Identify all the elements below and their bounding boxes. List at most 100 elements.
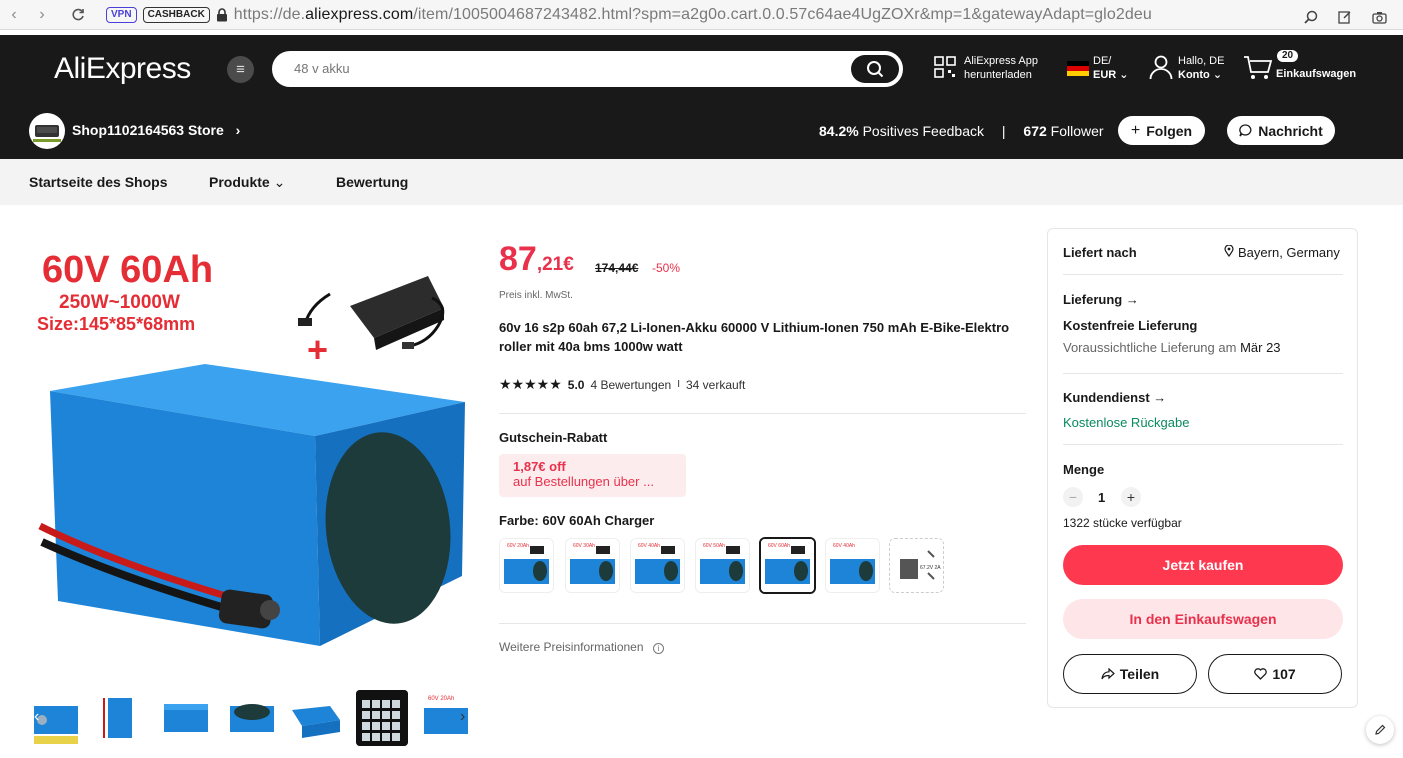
thumbnail[interactable] [290, 690, 342, 746]
address-bar[interactable]: https://de.aliexpress.com/item/100500468… [234, 6, 1152, 24]
chat-bubble-icon [1239, 124, 1252, 137]
thumbnail[interactable] [226, 690, 278, 746]
wishlist-button[interactable]: 107 [1208, 654, 1342, 694]
ship-to-label: Liefert nach [1063, 245, 1137, 260]
sku-option[interactable]: 60V 30Ah [565, 538, 620, 593]
sku-option[interactable]: 67.2V 2A [889, 538, 944, 593]
qr-code-icon[interactable] [934, 56, 956, 83]
color-label: Farbe: 60V 60Ah Charger [499, 513, 655, 528]
quantity-label: Menge [1063, 462, 1105, 477]
quantity-value[interactable]: 1 [1098, 490, 1105, 505]
customer-service-link[interactable]: Kundendienst → [1063, 390, 1166, 405]
divider [499, 413, 1026, 414]
back-icon[interactable]: ‹ [0, 1, 28, 29]
svg-text:60V 60Ah: 60V 60Ah [768, 543, 790, 549]
svg-text:60V 30Ah: 60V 30Ah [573, 543, 595, 549]
cart-label[interactable]: Einkaufswagen [1276, 67, 1356, 81]
cart-count-badge: 20 [1277, 50, 1299, 62]
thumbnail-row: 60V 20Ah ‹ › [30, 690, 480, 746]
divider [1063, 274, 1343, 275]
user-icon[interactable] [1149, 54, 1173, 85]
edit-page-icon[interactable] [1331, 3, 1359, 31]
quantity-decrease-button[interactable]: − [1063, 487, 1083, 507]
sku-option[interactable]: 60V 40Ah [630, 538, 685, 593]
sku-option-selected[interactable]: 60V 60Ah [759, 537, 816, 594]
chevron-right-icon[interactable]: › [460, 708, 465, 726]
locale-selector[interactable]: DE/ EUR ⌄ [1093, 54, 1129, 82]
search-input[interactable] [294, 61, 794, 76]
forward-icon[interactable]: › [28, 1, 56, 29]
svg-text:60V 20Ah: 60V 20Ah [507, 543, 529, 549]
account-menu[interactable]: Hallo, DE Konto ⌄ [1178, 54, 1224, 82]
share-button[interactable]: Teilen [1063, 654, 1197, 694]
thumbnail[interactable] [94, 690, 146, 746]
germany-flag-icon [1067, 61, 1089, 76]
image-size: Size:145*85*68mm [37, 314, 195, 334]
heart-icon [1254, 668, 1268, 680]
search-icon [867, 61, 884, 78]
app-download-link[interactable]: AliExpress App herunterladen [964, 54, 1038, 82]
buy-now-button[interactable]: Jetzt kaufen [1063, 545, 1343, 585]
sku-option[interactable]: 60V 50Ah [695, 538, 750, 593]
site-header: AliExpress ≡ AliExpress App herunterlade… [0, 35, 1403, 105]
sku-option[interactable]: 60V 40Ah [825, 538, 880, 593]
search-button[interactable] [851, 55, 899, 83]
svg-text:60V 50Ah: 60V 50Ah [703, 543, 725, 549]
chevron-down-icon: ⌄ [1119, 69, 1129, 81]
divider [1063, 373, 1343, 374]
image-headline: 60V 60Ah [42, 249, 213, 291]
chevron-left-icon[interactable]: ‹ [34, 708, 39, 726]
battery-illustration [38, 364, 465, 646]
product-main-image[interactable]: 60V 60Ah 250W~1000W Size:145*85*68mm + [30, 246, 480, 676]
coupon-card[interactable]: 1,87€ off auf Bestellungen über ... [499, 454, 686, 497]
message-button[interactable]: Nachricht [1227, 116, 1335, 145]
thumbnail[interactable] [356, 690, 408, 746]
free-returns: Kostenlose Rückgabe [1063, 415, 1190, 430]
vat-note: Preis inkl. MwSt. [499, 290, 573, 301]
svg-text:60V 20Ah: 60V 20Ah [428, 696, 454, 702]
arrow-right-icon: → [1125, 292, 1139, 307]
vpn-badge[interactable]: VPN [106, 6, 137, 23]
aliexpress-logo[interactable]: AliExpress [54, 52, 191, 86]
discount-badge: -50% [652, 261, 681, 275]
svg-text:60V 40Ah: 60V 40Ah [638, 543, 660, 549]
store-name-link[interactable]: Shop1102164563 Store › [72, 122, 240, 138]
purchase-panel: Liefert nach Bayern, Germany Lieferung →… [1047, 228, 1358, 708]
chevron-down-icon: ⌄ [273, 174, 286, 190]
product-title: 60v 16 s2p 60ah 67,2 Li-Ionen-Akku 60000… [499, 320, 1010, 354]
sku-option[interactable]: 60V 20Ah [499, 538, 554, 593]
add-to-cart-button[interactable]: In den Einkaufswagen [1063, 599, 1343, 639]
tab-reviews[interactable]: Bewertung [336, 174, 408, 190]
tab-store-home[interactable]: Startseite des Shops [29, 174, 168, 190]
stock-info: 1322 stücke verfügbar [1063, 516, 1182, 530]
store-bar: Shop1102164563 Store › 84.2% Positives F… [0, 105, 1403, 159]
coupon-title: Gutschein-Rabatt [499, 430, 608, 445]
star-rating-icon: ★★★★★ [499, 376, 562, 392]
reload-icon[interactable] [64, 1, 92, 29]
image-plus: + [307, 329, 328, 370]
store-nav: Startseite des Shops Produkte ⌄ Bewertun… [0, 159, 1403, 205]
quantity-increase-button[interactable]: + [1121, 487, 1141, 507]
delivery-estimate: Voraussichtliche Lieferung am Mär 23 [1063, 340, 1281, 355]
share-icon [1101, 668, 1115, 680]
info-icon[interactable]: i [652, 643, 664, 654]
delivery-link[interactable]: Lieferung → [1063, 292, 1139, 307]
store-avatar[interactable] [29, 113, 65, 149]
tab-products[interactable]: Produkte ⌄ [209, 174, 285, 191]
ship-to-location[interactable]: Bayern, Germany [1224, 244, 1340, 260]
store-stats: 84.2% Positives Feedback | 672 Follower [819, 123, 1104, 139]
more-price-info-link[interactable]: Weitere Preisinformationen i [499, 640, 664, 654]
edit-pencil-button[interactable] [1366, 716, 1394, 744]
menu-icon[interactable]: ≡ [227, 56, 254, 83]
thumbnail[interactable] [160, 690, 212, 746]
camera-icon[interactable] [1365, 3, 1393, 31]
reviews-link[interactable]: 4 Bewertungen [590, 378, 671, 392]
lock-icon[interactable] [216, 7, 228, 22]
follow-button[interactable]: + Folgen [1118, 116, 1205, 145]
cart-icon[interactable] [1243, 55, 1273, 86]
search-page-icon[interactable] [1297, 3, 1325, 31]
divider [499, 623, 1026, 624]
cashback-badge[interactable]: CASHBACK [142, 6, 210, 23]
svg-text:60V 40Ah: 60V 40Ah [833, 543, 855, 549]
chevron-right-icon: › [235, 122, 241, 138]
